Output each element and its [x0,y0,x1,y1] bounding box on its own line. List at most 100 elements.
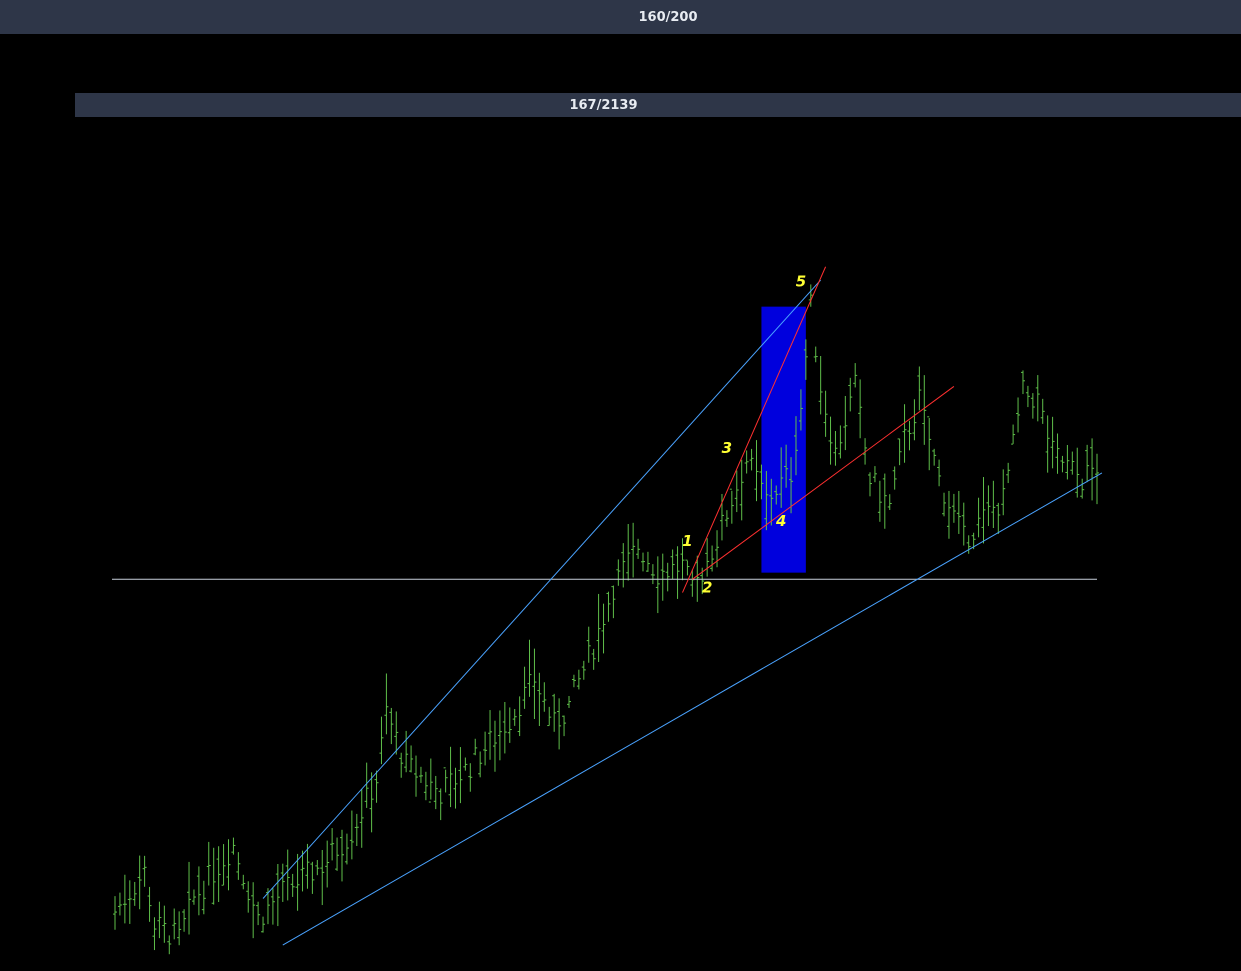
price-bar [996,502,1001,534]
price-bar [823,390,828,437]
price-bar [685,559,690,576]
trendlines [112,266,1103,946]
price-bar [557,698,562,750]
wave-label-2: 2 [702,579,712,597]
price-bar [1050,416,1055,469]
price-bar [650,564,655,585]
price-bar [922,375,927,445]
price-bar [576,669,581,690]
price-bar [280,863,285,902]
price-bar [182,909,187,932]
price-bar [1075,447,1080,498]
price-bar [868,472,873,497]
price-bar [177,911,182,946]
price-bar [261,916,266,933]
price-bar [162,905,167,943]
price-bar [256,901,261,926]
price-bar [335,837,340,871]
price-bar [887,494,892,511]
price-bar [517,696,522,737]
highlight-box [761,306,806,573]
price-bar [581,660,586,680]
price-bar [961,502,966,546]
price-bar [1085,444,1090,483]
price-bar [710,545,715,572]
price-bar [241,874,246,890]
price-bar [1065,444,1070,480]
price-bar [729,488,734,524]
price-bar [1006,462,1011,484]
price-bar [641,552,646,572]
price-bar [463,757,468,771]
price-bar [433,775,438,810]
price-bar [384,673,389,735]
price-bar [315,860,320,876]
trendline-wave-base [692,386,955,580]
price-bar [912,399,917,441]
price-bar [483,731,488,766]
price-bar [665,562,670,592]
price-bar [532,648,537,720]
price-bar [951,493,956,523]
price-bar [448,746,453,808]
price-bar [986,485,991,527]
price-bar [838,425,843,459]
price-bar [754,440,759,502]
price-bars [113,284,1099,955]
price-bar [946,490,951,539]
price-bar [601,603,606,654]
price-bar [399,752,404,778]
price-bar [616,559,621,586]
price-bar [330,828,335,861]
price-bar [1020,370,1025,395]
price-bar [117,892,122,916]
price-bar [942,492,947,517]
price-bar [527,639,532,697]
price-bar [522,666,527,709]
price-bar [566,696,571,708]
price-bar [917,366,922,411]
price-bar [231,837,236,855]
price-bar [354,813,359,846]
price-bar [221,844,226,886]
price-bar [976,497,981,538]
price-bar [443,767,448,793]
price-bar [246,881,251,913]
price-bar [877,480,882,522]
price-bar [418,766,423,783]
price-bar [132,881,137,906]
price-chart: 1 2 3 4 5 [112,266,1103,955]
price-bar [423,771,428,801]
price-bar [428,758,433,803]
price-bar [937,459,942,487]
price-bar [374,770,379,803]
price-bar [1040,398,1045,424]
price-bar [872,466,877,483]
price-bar [734,470,739,513]
price-bar [606,591,611,622]
price-bar [172,908,177,940]
price-bar [251,882,256,939]
price-bar [147,886,152,922]
price-bar [497,710,502,761]
price-bar [1025,385,1030,408]
price-bar [512,709,517,726]
price-bar [932,448,937,466]
price-bar [1035,375,1040,422]
price-bar [270,888,275,925]
price-bar [152,917,157,951]
price-bar [724,510,729,527]
price-bar [1016,397,1021,433]
price-bar [833,430,838,466]
price-bar [892,466,897,490]
price-bar [157,901,162,939]
price-bar [655,556,660,614]
price-bar [226,839,231,891]
price-bar [359,788,364,848]
price-bar [719,493,724,541]
price-bar [438,788,443,821]
price-bar [552,693,557,732]
price-bar [907,420,912,451]
price-bar [621,543,626,588]
price-bar [201,880,206,915]
